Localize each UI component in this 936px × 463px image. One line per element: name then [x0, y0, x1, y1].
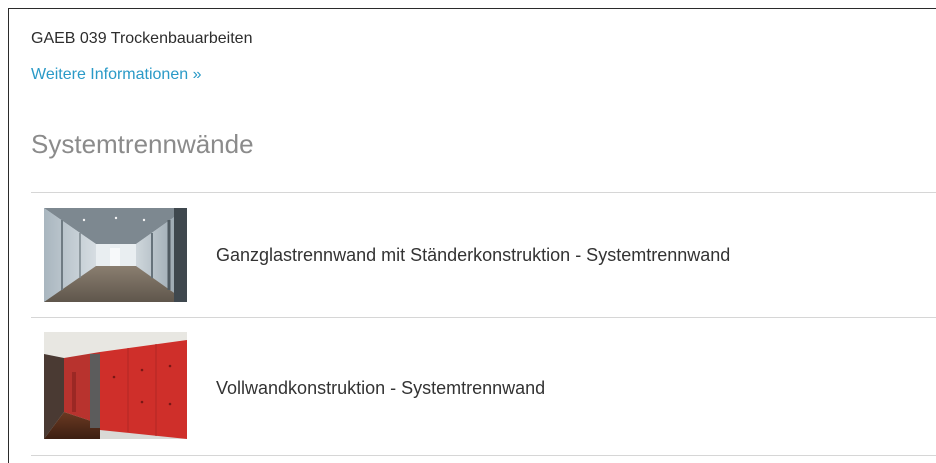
item-label[interactable]: Vollwandkonstruktion - Systemtrennwand	[216, 378, 545, 399]
content-panel: GAEB 039 Trockenbauarbeiten Weitere Info…	[8, 8, 936, 463]
section-title: Systemtrennwände	[31, 129, 254, 159]
glass-partition-thumbnail[interactable]	[44, 208, 187, 302]
more-info-link[interactable]: Weitere Informationen »	[31, 66, 201, 84]
item-label[interactable]: Ganzglastrennwand mit Ständerkonstruktio…	[216, 245, 730, 266]
list-item-glass-partition[interactable]: Ganzglastrennwand mit Ständerkonstruktio…	[31, 193, 936, 317]
gaeb-title: GAEB 039 Trockenbauarbeiten	[31, 30, 253, 47]
list-item-solid-wall[interactable]: Vollwandkonstruktion - Systemtrennwand	[31, 318, 936, 442]
solid-wall-thumbnail[interactable]	[44, 332, 187, 439]
divider	[31, 455, 936, 456]
